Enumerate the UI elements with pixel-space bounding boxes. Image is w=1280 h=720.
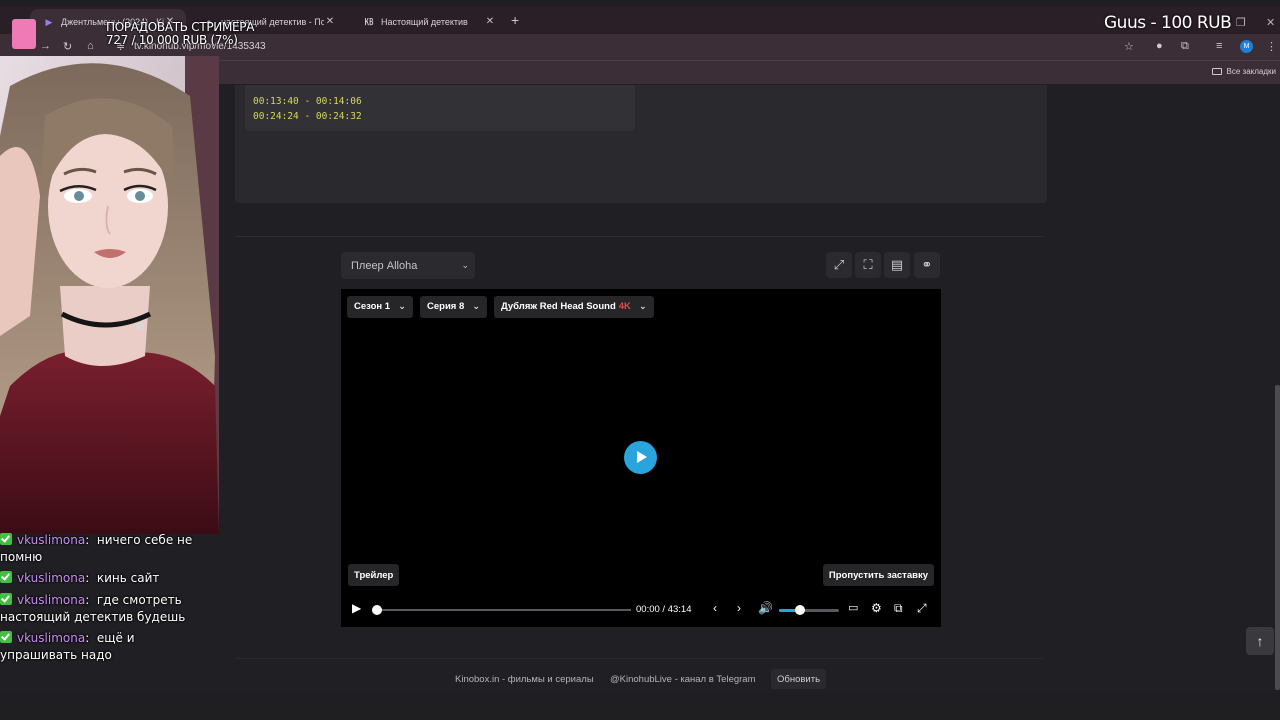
fullscreen-icon: ⛶ [863, 257, 873, 272]
player-select[interactable]: Плеер Alloha ⌄ [341, 252, 475, 279]
chevron-down-icon: ⌄ [461, 260, 469, 270]
close-icon[interactable]: ✕ [484, 16, 496, 27]
settings-gear-icon[interactable]: ⚙ [871, 601, 882, 615]
extensions-icon[interactable]: ⧉ [1181, 40, 1189, 53]
chat-message: vkuslimona: где смотреть настоящий детек… [0, 593, 186, 624]
footer-divider [235, 658, 1043, 659]
chat-username: vkuslimona [17, 593, 86, 607]
chat-message: vkuslimona: ничего себе не помню [0, 533, 193, 564]
streamer-portrait [0, 56, 219, 534]
time-total: 43:14 [667, 604, 692, 615]
play-favicon-icon: ▶ [45, 16, 53, 27]
chevron-down-icon: ⌄ [638, 301, 647, 312]
timecodes-block: 00:13:40 - 00:14:06 00:24:24 - 00:24:32 [245, 85, 635, 131]
time-current: 00:00 [636, 604, 660, 615]
progress-bar[interactable] [376, 609, 631, 611]
kinobox-link[interactable]: Kinobox.in - фильмы и сериалы [455, 674, 594, 685]
episode-label: Серия 8 [427, 301, 465, 312]
donation-alert: Guus - 100 RUB [1104, 13, 1232, 33]
volume-handle[interactable] [795, 605, 805, 615]
arrow-up-icon: ↑ [1256, 633, 1264, 649]
expand-button[interactable]: ⤢ [826, 252, 852, 278]
all-bookmarks[interactable]: Все закладки [1211, 67, 1276, 76]
video-player[interactable]: Сезон 1 ⌄ Серия 8 ⌄ Дубляж Red Head Sound 4… [341, 289, 941, 627]
chevron-down-icon: ⌄ [472, 301, 481, 312]
goal-progress: 727 / 10 000 RUB (7%) [106, 33, 238, 47]
new-tab-icon[interactable]: + [511, 12, 519, 28]
timecode: 00:13:40 - 00:14:06 [253, 96, 362, 107]
trailer-button[interactable]: Трейлер [348, 564, 400, 586]
comment-icon: ▤ [890, 257, 904, 272]
close-window-icon[interactable]: ✕ [1266, 16, 1275, 29]
restore-window-icon[interactable]: ❐ [1236, 16, 1246, 29]
time-display: 00:00 / 43:14 [636, 604, 691, 615]
expand-icon: ⤢ [833, 257, 845, 272]
fullscreen-icon[interactable]: ⤢ [917, 601, 927, 616]
player-controls: ▶ 00:00 / 43:14 ‹ › 🔊 ▭ ⚙ ⧉ ⤢ [341, 597, 941, 623]
scroll-to-top-button[interactable]: ↑ [1246, 627, 1274, 655]
season-label: Сезон 1 [354, 301, 391, 312]
all-bookmarks-label: Все закладки [1226, 67, 1276, 76]
play-icon[interactable]: ▶ [352, 601, 361, 615]
tab-label: Настоящий детектив [381, 16, 468, 27]
chat-message: vkuslimona: кинь сайт [0, 570, 200, 587]
scrollbar[interactable] [1275, 385, 1280, 690]
check-badge-icon [0, 593, 12, 605]
check-badge-icon [0, 631, 12, 643]
chat-username: vkuslimona [17, 533, 86, 547]
chevron-down-icon: ⌄ [398, 301, 407, 312]
telegram-link[interactable]: @KinohubLive - канал в Telegram [610, 674, 756, 685]
chat-message: vkuslimona: ещё и упрашивать надо [0, 631, 135, 662]
volume-icon[interactable]: 🔊 [758, 601, 773, 615]
link-button[interactable]: ⚭ [914, 252, 940, 278]
comment-button[interactable]: ▤ [884, 252, 910, 278]
tab-true-detective[interactable]: ㎅ Настоящий детектив ✕ [350, 9, 506, 34]
screen: ▶ Джентльмены (2024) - Kinob ✕ ● настоящ… [0, 0, 1280, 720]
time-separator: / [662, 604, 666, 615]
home-icon[interactable]: ⌂ [87, 40, 94, 52]
player-select-value: Плеер Alloha [351, 260, 418, 272]
close-icon[interactable]: ✕ [324, 16, 336, 27]
extension-record-icon[interactable]: ● [1156, 40, 1163, 52]
forward-icon[interactable]: → [40, 40, 51, 52]
chat-text: кинь сайт [96, 571, 160, 585]
play-large-button[interactable] [624, 441, 657, 474]
previous-episode-icon[interactable]: ‹ [713, 601, 717, 615]
chat-username: vkuslimona [17, 571, 86, 585]
folder-icon [1211, 68, 1222, 75]
media-controls-icon[interactable]: ≡ [1216, 40, 1222, 52]
volume-slider[interactable] [779, 605, 839, 615]
subtitles-icon[interactable]: ▭ [848, 601, 858, 614]
divider [235, 236, 1043, 237]
refresh-button[interactable]: Обновить [771, 669, 827, 689]
goal-widget-icon [12, 19, 36, 49]
episode-select[interactable]: Серия 8 ⌄ [420, 296, 488, 318]
goal-title: ПОРАДОВАТЬ СТРИМЕРА [106, 20, 255, 34]
bookmark-star-icon[interactable]: ☆ [1124, 40, 1134, 53]
quality-badge: 4K [618, 301, 631, 312]
check-badge-icon [0, 571, 12, 583]
dub-select[interactable]: Дубляж Red Head Sound 4K ⌄ [494, 296, 654, 318]
kinohub-favicon-icon: ㎅ [364, 16, 374, 27]
next-episode-icon[interactable]: › [737, 601, 741, 615]
skip-intro-button[interactable]: Пропустить заставку [822, 564, 934, 586]
fullscreen-button[interactable]: ⛶ [855, 252, 881, 278]
reload-icon[interactable]: ↻ [63, 40, 72, 53]
profile-avatar[interactable]: M [1240, 40, 1253, 53]
link-icon: ⚭ [921, 257, 933, 272]
popout-icon[interactable]: ⧉ [894, 601, 903, 616]
progress-handle[interactable] [372, 605, 382, 615]
check-badge-icon [0, 533, 12, 545]
season-select[interactable]: Сезон 1 ⌄ [347, 296, 414, 318]
menu-icon[interactable]: ⋮ [1266, 40, 1277, 53]
chat-username: vkuslimona [17, 631, 86, 645]
webcam-feed [0, 56, 219, 534]
dub-label: Дубляж Red Head Sound [501, 301, 616, 312]
timecode: 00:24:24 - 00:24:32 [253, 111, 362, 122]
